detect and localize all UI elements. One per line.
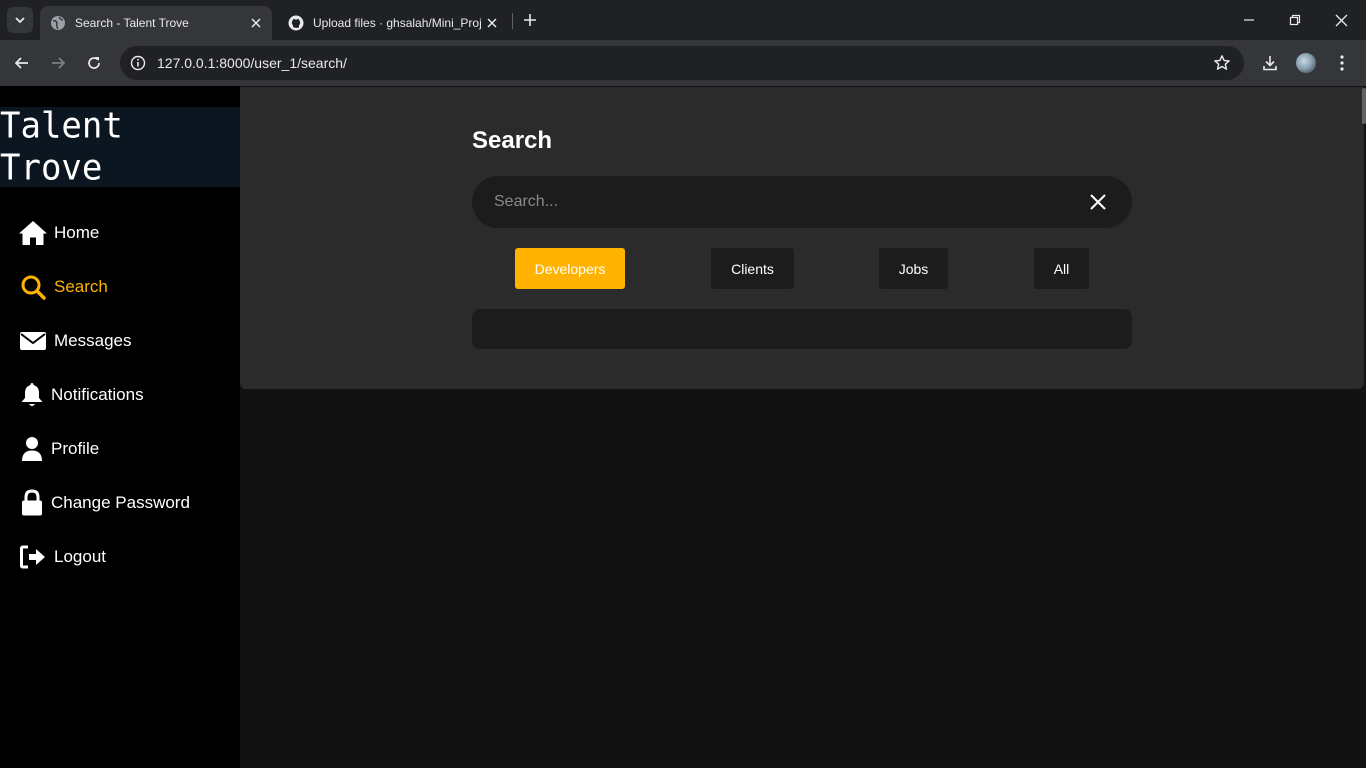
address-bar[interactable]: 127.0.0.1:8000/user_1/search/ [120,46,1244,80]
brand-logo-text: Talent Trove [0,105,123,189]
download-icon [1263,56,1277,71]
avatar [1296,53,1316,73]
lock-icon [18,488,45,518]
close-icon [1335,14,1347,26]
page-title: Search [472,127,553,154]
sidebar: Talent Trove Home Search Messages Notifi [0,86,240,768]
filter-jobs-button[interactable]: Jobs [879,248,948,289]
forward-button[interactable] [46,51,70,75]
tab-search-talent-trove[interactable]: Search - Talent Trove [40,6,272,40]
back-button[interactable] [10,51,34,75]
sidebar-item-label: Profile [51,439,100,458]
bell-icon [18,380,45,410]
sidebar-item-label: Notifications [51,385,144,404]
reload-icon [88,57,100,69]
sidebar-item-home[interactable]: Home [18,218,99,248]
tab-upload-files[interactable]: Upload files · ghsalah/Mini_Proj [278,6,508,40]
tab-title: Search - Talent Trove [75,16,189,30]
globe-icon [51,16,65,30]
close-icon[interactable] [484,15,500,31]
github-icon [288,15,304,31]
sidebar-item-label: Change Password [51,493,190,512]
search-panel: Search Developers Clients Jobs All [240,87,1364,389]
minimize-button[interactable] [1239,10,1259,30]
reload-button[interactable] [82,51,106,75]
search-input[interactable] [494,176,1074,228]
sidebar-item-profile[interactable]: Profile [18,434,99,464]
scrollbar[interactable] [1362,88,1366,124]
chevron-down-icon [15,17,25,24]
tab-search-button[interactable] [7,7,33,33]
brand-header[interactable]: Talent Trove [0,105,240,189]
window-close-button[interactable] [1331,10,1351,30]
logout-icon [18,542,48,572]
sidebar-item-label: Messages [54,331,132,350]
page: Talent Trove Home Search Messages Notifi [0,86,1366,768]
sidebar-item-label: Home [54,223,100,242]
sidebar-item-search[interactable]: Search [18,272,108,302]
search-icon [18,272,48,302]
filter-clients-button[interactable]: Clients [711,248,794,289]
sidebar-item-label: Search [54,277,108,296]
plus-icon [524,14,536,26]
close-icon [1090,194,1106,210]
url-text: 127.0.0.1:8000/user_1/search/ [157,55,347,71]
sidebar-item-messages[interactable]: Messages [18,326,131,356]
sidebar-item-change-password[interactable]: Change Password [18,488,190,518]
tab-title: Upload files · ghsalah/Mini_Proj [313,16,482,30]
tab-separator [512,13,513,29]
arrow-left-icon [14,57,28,69]
envelope-icon [18,326,48,356]
sidebar-item-label: Logout [54,547,106,566]
browser-menu-button[interactable] [1331,52,1353,74]
site-info-icon[interactable] [128,53,148,73]
restore-icon [1289,14,1301,26]
search-results-container [472,309,1132,349]
browser-toolbar: 127.0.0.1:8000/user_1/search/ [0,40,1366,86]
browser-tab-bar: Search - Talent Trove Upload files · ghs… [0,0,1366,40]
filter-all-button[interactable]: All [1034,248,1089,289]
restore-button[interactable] [1285,10,1305,30]
profile-button[interactable] [1295,52,1317,74]
filter-developers-button[interactable]: Developers [515,248,625,289]
arrow-right-icon [52,57,66,69]
sidebar-item-logout[interactable]: Logout [18,542,106,572]
new-tab-button[interactable] [520,10,540,30]
user-icon [18,434,45,464]
minimize-icon [1244,19,1254,21]
downloads-button[interactable] [1259,52,1281,74]
kebab-menu-icon [1340,55,1344,71]
bookmark-star-icon[interactable] [1212,53,1232,73]
sidebar-item-notifications[interactable]: Notifications [18,380,144,410]
close-icon[interactable] [248,15,264,31]
search-bar [472,176,1132,228]
home-icon [18,218,48,248]
clear-search-button[interactable] [1086,190,1110,214]
